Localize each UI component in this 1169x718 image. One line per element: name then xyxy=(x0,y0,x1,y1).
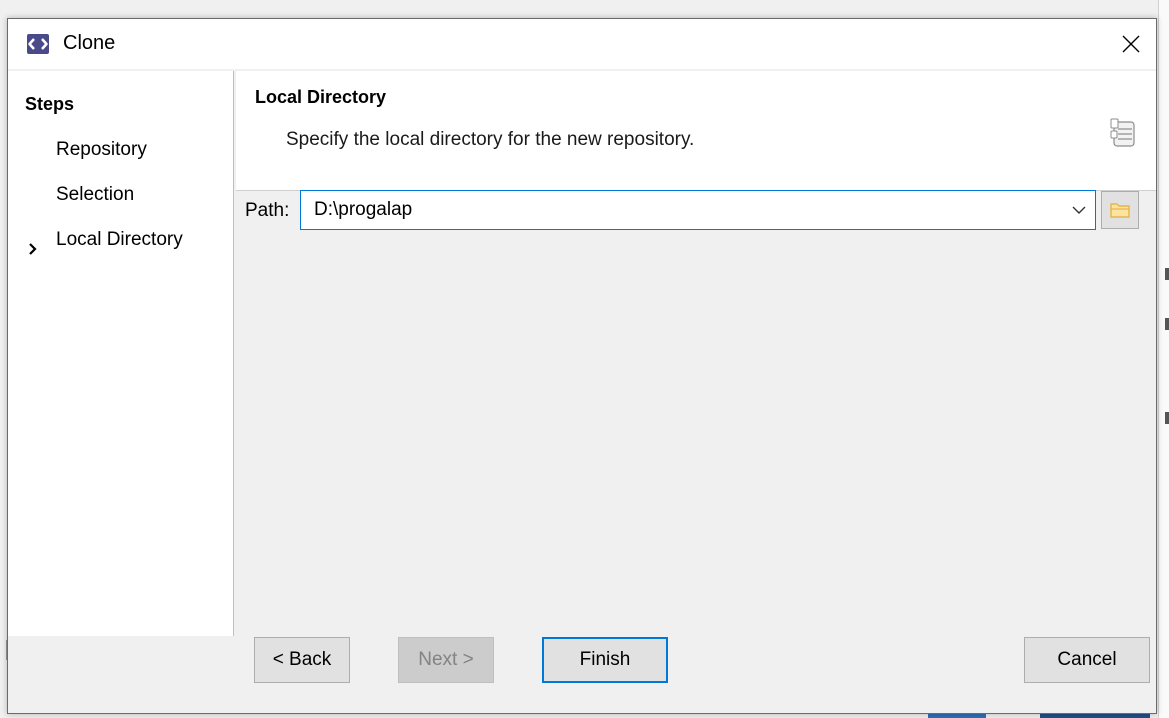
dialog-title: Clone xyxy=(63,32,116,54)
path-input[interactable] xyxy=(301,191,1061,229)
background-text-fragment xyxy=(1165,318,1169,330)
back-button[interactable]: < Back xyxy=(254,637,350,683)
background-text-fragment xyxy=(1165,268,1169,280)
background-window-edge-left xyxy=(0,640,7,660)
folder-icon xyxy=(1110,203,1130,218)
steps-panel: Steps Repository Selection Local Directo… xyxy=(8,71,234,636)
cancel-button[interactable]: Cancel xyxy=(1024,637,1150,683)
wizard-banner-icon xyxy=(1110,118,1135,147)
title-bar[interactable]: Clone xyxy=(8,19,1156,69)
close-icon xyxy=(1122,35,1140,53)
current-step-arrow-icon xyxy=(29,243,37,255)
page-description: Specify the local directory for the new … xyxy=(286,129,695,150)
browse-folder-button[interactable] xyxy=(1101,191,1139,229)
close-button[interactable] xyxy=(1106,19,1156,69)
chevron-down-icon[interactable] xyxy=(1071,203,1087,217)
path-label: Path: xyxy=(245,200,290,221)
finish-button[interactable]: Finish xyxy=(542,637,668,683)
next-button[interactable]: Next > xyxy=(398,637,494,683)
steps-heading: Steps xyxy=(25,94,75,114)
page-title: Local Directory xyxy=(255,87,387,107)
background-window-edge xyxy=(1158,0,1169,718)
step-item-local-directory: Local Directory xyxy=(56,229,183,250)
step-item-selection: Selection xyxy=(56,184,135,205)
wizard-page-header: Local Directory Specify the local direct… xyxy=(236,71,1156,191)
background-text-fragment xyxy=(1165,412,1169,424)
egit-clone-icon xyxy=(27,34,49,54)
path-combobox[interactable] xyxy=(300,190,1096,230)
step-item-repository: Repository xyxy=(56,139,147,160)
clone-dialog: Clone Steps Repository Selection Local D… xyxy=(7,18,1157,714)
